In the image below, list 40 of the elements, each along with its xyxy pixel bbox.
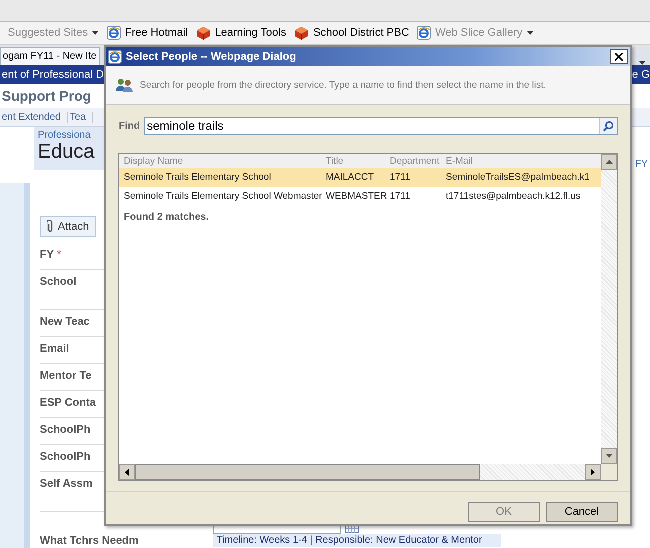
instruction-text: Search for people from the directory service. Type a name to find then select the name in the list. [140,80,546,90]
field-label: New Teac [40,316,90,328]
result-row[interactable]: Seminole Trails Elementary School Webmaster WEBMASTER 1711 t1711stes@palmbeach.k12.fl.us [119,187,601,206]
breadcrumb: Professiona [38,130,92,141]
field-label: ESP Conta [40,397,96,409]
page-tab[interactable]: ent Extended [0,112,68,122]
dialog-title: Select People -- Webpage Dialog [126,50,298,62]
timeline-text: Timeline: Weeks 1-4 | Responsible: New Educator & Mentor [216,535,484,546]
field-label: Email [40,343,70,355]
field-label: SchoolPh [40,451,91,463]
attach-button[interactable]: Attach [40,216,96,237]
result-row[interactable]: Seminole Trails Elementary School MAILACCT 1711 SeminoleTrailsES@palmbeach.k1 [119,168,601,187]
field-label: SchoolPh [40,424,91,436]
page-tab[interactable]: Tea [68,112,94,122]
browser-tab[interactable]: ogam FY11 - New Ite [0,47,100,65]
table-cell-text: WEBMASTER [325,190,385,204]
table-cell-text: 1711 [389,190,412,204]
favorites-link[interactable]: Free Hotmail [125,27,188,39]
site-link[interactable]: e G [632,68,650,80]
table-cell-text: Seminole Trails Elementary School Webmaster [123,190,321,204]
table-cell-text: t1711stes@palmbeach.k12.fl.us [445,190,582,204]
field-label: Self Assm [40,478,93,490]
field-label: School [40,276,77,288]
status-text: Found 2 matches. [123,211,210,225]
table-cell-text: MAILACCT [325,171,376,185]
field-label: FY [40,249,54,261]
side-label: FY [635,159,649,170]
dialog-button[interactable]: Cancel [546,502,618,522]
favorites-link[interactable]: Learning Tools [215,27,286,39]
required-mark: * [57,249,62,261]
site-title: ent of Professional D [2,68,104,80]
table-cell-text: SeminoleTrailsES@palmbeach.k1 [445,171,591,185]
table-cell-text: Seminole Trails Elementary School [123,171,272,185]
find-label: Find [119,120,140,132]
field-label: Mentor Te [40,370,92,382]
table-cell-text: 1711 [389,171,412,185]
field-label: What Tchrs Needm [40,535,139,547]
page-title: Educa [38,141,96,164]
favorites-link[interactable]: School District PBC [313,27,410,39]
page-heading: Support Prog [1,87,92,106]
